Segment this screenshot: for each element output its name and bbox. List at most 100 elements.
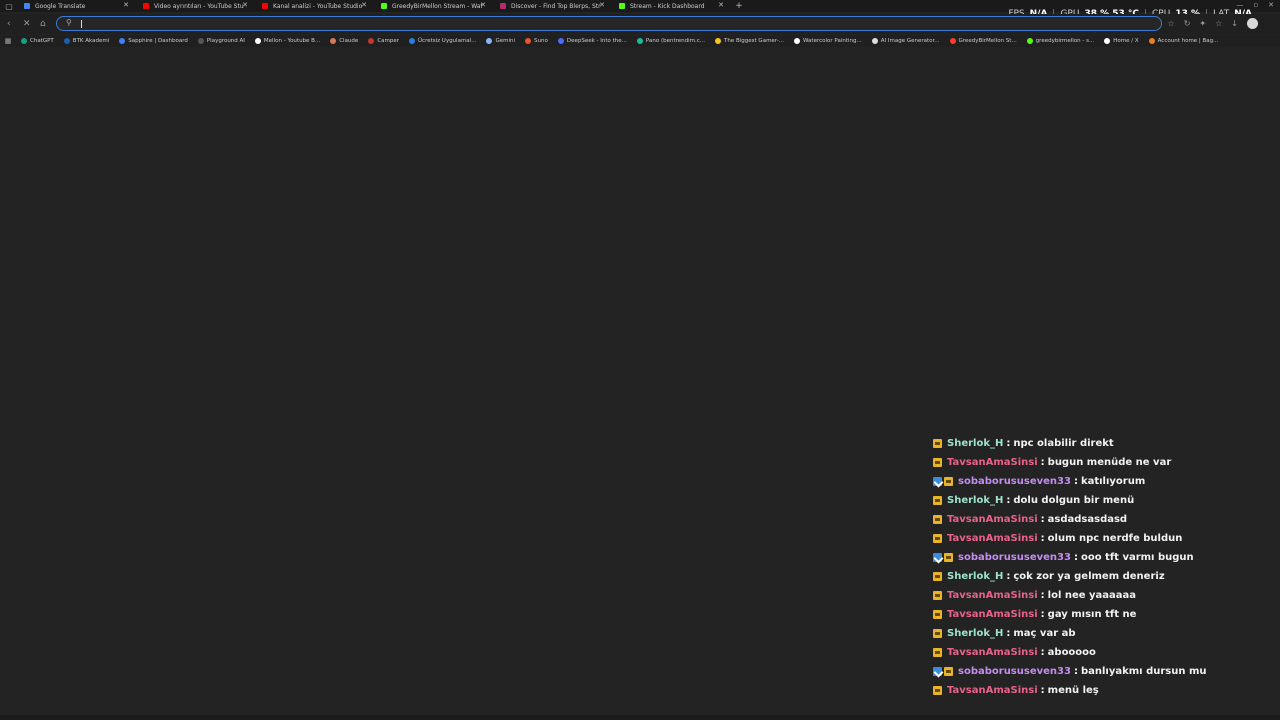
bookmark-label: Watercolor Painting... [802, 38, 862, 44]
browser-tab[interactable]: Stream - Kick Dashboard ✕ [613, 0, 732, 12]
tab-close-icon[interactable]: ✕ [480, 1, 486, 9]
stop-loading-icon[interactable]: ✕ [23, 19, 31, 29]
refresh-icon[interactable]: ↻ [1184, 19, 1191, 28]
chat-username[interactable]: TavsanAmaSinsi [947, 514, 1038, 525]
browser-tab[interactable]: Video ayrıntıları - YouTube Studio ✕ [137, 0, 256, 12]
bookmark-item[interactable]: DeepSeek - Into the... [553, 35, 632, 47]
browser-tab[interactable]: GreedyBirMellon Stream - Watch ✕ [375, 0, 494, 12]
bookmark-item[interactable]: Mellon - Youtube B... [250, 35, 325, 47]
chat-username[interactable]: TavsanAmaSinsi [947, 647, 1038, 658]
chat-separator: : [1073, 476, 1078, 487]
chat-username[interactable]: sobaborususeven33 [958, 552, 1071, 563]
restore-icon[interactable]: ▫ [1253, 1, 1258, 9]
bookmark-item[interactable]: AI Image Generator... [867, 35, 945, 47]
bookmark-item[interactable]: Sapphire | Dashboard [114, 35, 193, 47]
bookmark-item[interactable]: GreedyBirMellon St... [945, 35, 1022, 47]
bookmark-item[interactable]: Home / X [1099, 35, 1143, 47]
address-bar[interactable]: ⚲ [56, 16, 1162, 31]
chat-username[interactable]: sobaborususeven33 [958, 476, 1071, 487]
chat-separator: : [1006, 495, 1011, 506]
chat-username[interactable]: sobaborususeven33 [958, 666, 1071, 677]
chat-separator: : [1040, 533, 1045, 544]
chat-username[interactable]: Sherlok_H [947, 628, 1003, 639]
chat-message: TavsanAmaSinsi: lol nee yaaaaaa [933, 586, 1263, 605]
bookmark-label: BTK Akademi [72, 38, 110, 44]
tab-search-icon[interactable]: ▢ [0, 0, 18, 12]
bookmark-item[interactable]: Ücretsiz Uygulamal... [404, 35, 481, 47]
chat-message: TavsanAmaSinsi: gay mısın tft ne [933, 605, 1263, 624]
bookmark-favicon-icon [525, 38, 531, 44]
tab-close-icon[interactable]: ✕ [718, 1, 724, 9]
chat-text: ooo tft varmı bugun [1080, 552, 1194, 563]
chat-separator: : [1006, 628, 1011, 639]
back-icon[interactable]: ‹ [7, 19, 11, 29]
close-window-icon[interactable]: ✕ [1268, 1, 1274, 9]
tab-favicon-icon [619, 3, 625, 9]
chat-username[interactable]: Sherlok_H [947, 495, 1003, 506]
bookmark-label: Ücretsiz Uygulamal... [418, 38, 477, 44]
subscriber-badge-icon [944, 667, 953, 676]
new-tab-button[interactable]: + [732, 1, 746, 11]
chat-separator: : [1040, 685, 1045, 696]
chat-message: Sherlok_H: npc olabilir direkt [933, 434, 1263, 453]
chat-username[interactable]: TavsanAmaSinsi [947, 533, 1038, 544]
chat-message: sobaborususeven33: katılıyorum [933, 472, 1263, 491]
address-input[interactable] [79, 18, 1149, 29]
bookmark-favicon-icon [63, 38, 70, 44]
chat-separator: : [1040, 609, 1045, 620]
bottom-border [0, 715, 1280, 720]
downloads-icon[interactable]: ↓ [1231, 19, 1238, 28]
bookmark-item[interactable]: Camper [363, 35, 404, 47]
bookmark-favicon-icon [330, 38, 337, 44]
extensions-icon[interactable]: ✦ [1199, 19, 1206, 28]
chat-text: çok zor ya gelmem deneriz [1013, 571, 1165, 582]
browser-tab[interactable]: Google Translate ✕ [18, 0, 137, 12]
tab-close-icon[interactable]: ✕ [361, 1, 367, 9]
browser-tab[interactable]: Discover - Find Top Blerps, Stream✕ [494, 0, 613, 12]
chat-username[interactable]: TavsanAmaSinsi [947, 457, 1038, 468]
bookmark-item[interactable]: BTK Akademi [59, 35, 114, 47]
bookmark-item[interactable]: Playground AI [193, 35, 250, 47]
home-icon[interactable]: ⌂ [40, 19, 46, 29]
favorites-icon[interactable]: ☆ [1215, 19, 1222, 28]
bookmark-item[interactable]: Suno [520, 35, 553, 47]
bookmark-star-icon[interactable]: ☆ [1168, 19, 1175, 28]
chat-text: olum npc nerdfe buldun [1047, 533, 1183, 544]
chat-username[interactable]: TavsanAmaSinsi [947, 590, 1038, 601]
chat-username[interactable]: TavsanAmaSinsi [947, 685, 1038, 696]
bookmark-item[interactable]: Gemini [481, 35, 520, 47]
bookmark-favicon-icon [197, 38, 204, 44]
tab-favicon-icon [381, 3, 387, 9]
chat-username[interactable]: TavsanAmaSinsi [947, 609, 1038, 620]
subscriber-badge-icon [944, 553, 953, 562]
chat-separator: : [1040, 514, 1045, 525]
avatar[interactable] [1247, 18, 1258, 29]
bookmark-item[interactable]: The Biggest Gamer-... [710, 35, 789, 47]
apps-icon[interactable]: ▦ [0, 37, 16, 45]
text-caret [81, 20, 82, 28]
browser-tab[interactable]: Kanal analizi - YouTube Studio ✕ [256, 0, 375, 12]
bookmark-item[interactable]: Claude [325, 35, 363, 47]
tab-title: GreedyBirMellon Stream - Watch [392, 2, 482, 10]
bookmark-favicon-icon [871, 38, 878, 44]
bookmark-item[interactable]: ChatGPT [16, 35, 59, 47]
bookmark-item[interactable]: Watercolor Painting... [789, 35, 867, 47]
chat-message: TavsanAmaSinsi: asdadsasdasd [933, 510, 1263, 529]
bookmark-item[interactable]: Pano (bentrendim.c... [632, 35, 710, 47]
bookmark-item[interactable]: Account home | Bag... [1144, 35, 1224, 47]
minimize-icon[interactable]: — [1236, 1, 1243, 9]
bookmark-label: Mellon - Youtube B... [263, 38, 321, 44]
bookmark-item[interactable]: greedybirmellon - s... [1022, 35, 1100, 47]
tab-close-icon[interactable]: ✕ [242, 1, 248, 9]
bookmark-favicon-icon [486, 38, 493, 44]
tab-favicon-icon [262, 3, 268, 9]
tab-close-icon[interactable]: ✕ [123, 1, 129, 9]
bookmark-favicon-icon [1148, 38, 1155, 44]
chat-username[interactable]: Sherlok_H [947, 438, 1003, 449]
subscriber-badge-icon [933, 686, 942, 695]
bookmark-favicon-icon [368, 38, 375, 44]
chat-message: TavsanAmaSinsi: abooooo [933, 643, 1263, 662]
chat-username[interactable]: Sherlok_H [947, 571, 1003, 582]
tab-close-icon[interactable]: ✕ [599, 1, 605, 9]
subscriber-badge-icon [933, 629, 942, 638]
